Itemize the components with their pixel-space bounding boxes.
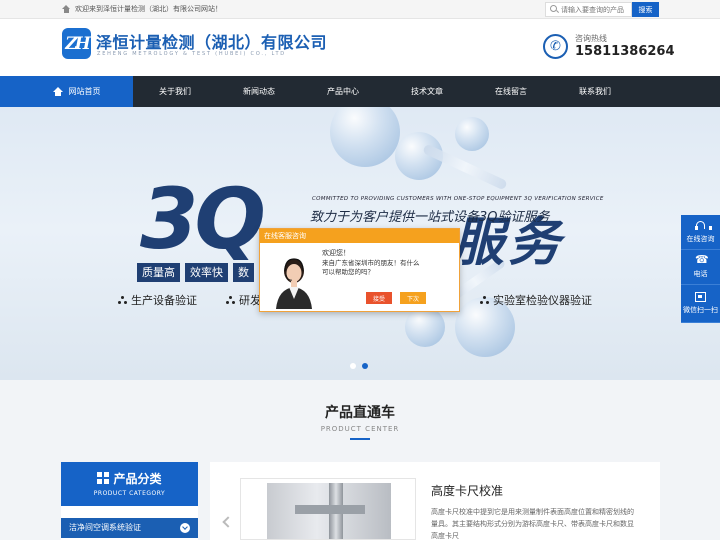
- search-box[interactable]: [545, 2, 632, 17]
- hotline-number: 15811386264: [575, 44, 675, 59]
- nav-item-articles[interactable]: 技术文章: [385, 76, 469, 107]
- nav-item-message[interactable]: 在线留言: [469, 76, 553, 107]
- grid-icon: [97, 472, 110, 484]
- banner-bullet-label: 研发: [239, 294, 261, 307]
- category-title-label: 产品分类: [113, 472, 162, 486]
- category-header: 产品分类 PRODUCT CATEGORY: [61, 462, 198, 506]
- decor-bubble: [455, 117, 489, 151]
- product-description: 高度卡尺校准中提到它是用来测量制件表面高度位置和精密划线的量具。其主要结构形式分…: [431, 508, 634, 540]
- phone-icon: ✆: [543, 34, 568, 59]
- banner-bullet-label: 实验室检验仪器验证: [493, 294, 592, 307]
- banner-tag: 数: [233, 263, 254, 282]
- nav-item-home[interactable]: 网站首页: [0, 76, 133, 107]
- banner-bullet: 实验室检验仪器验证: [480, 292, 592, 308]
- chat-later-button[interactable]: 下次: [400, 292, 426, 304]
- float-wechat[interactable]: 微信扫一扫: [681, 285, 720, 323]
- nav-item-label: 网站首页: [68, 87, 101, 96]
- agent-avatar: [270, 249, 318, 309]
- phone-icon: [695, 253, 709, 266]
- banner-bullet: 生产设备验证: [118, 292, 197, 308]
- side-float-toolbar: 在线咨询 电话 微信扫一扫: [681, 215, 720, 323]
- category-panel: 产品分类 PRODUCT CATEGORY 洁净间空调系统验证: [61, 462, 198, 540]
- search-icon: [550, 4, 557, 15]
- company-name[interactable]: 泽恒计量检测（湖北）有限公司: [96, 29, 327, 53]
- caliper-image: [267, 483, 391, 539]
- hotline-label: 咨询热线: [575, 34, 607, 43]
- banner-big-text: 3Q: [140, 170, 266, 268]
- banner-tag: 效率快: [185, 263, 228, 282]
- nav-item-contact[interactable]: 联系我们: [553, 76, 637, 107]
- nav-item-news[interactable]: 新闻动态: [217, 76, 301, 107]
- category-item-label: 洁净间空调系统验证: [69, 523, 141, 532]
- float-label: 电话: [693, 269, 708, 278]
- chat-title: 在线客服咨询: [260, 229, 459, 243]
- header: ZH 泽恒计量检测（湖北）有限公司 ZEHENG METROLOGY & TES…: [0, 19, 720, 76]
- dots-icon: [118, 296, 127, 304]
- product-card[interactable]: 高度卡尺校准 高度卡尺校准中提到它是用来测量制件表面高度位置和精密划线的量具。其…: [210, 462, 660, 540]
- chevron-down-icon[interactable]: [180, 523, 190, 533]
- top-bar: 欢迎来到泽恒计量检测（湖北）有限公司网站！ 搜索: [0, 0, 720, 19]
- company-en-name: ZEHENG METROLOGY & TEST (HUBEI) CO., LTD: [97, 51, 286, 57]
- search-input[interactable]: [561, 5, 631, 14]
- arrow-left-icon[interactable]: [222, 516, 234, 528]
- float-label: 微信扫一扫: [683, 306, 718, 314]
- logo-icon[interactable]: ZH: [62, 28, 91, 59]
- float-phone[interactable]: 电话: [681, 250, 720, 285]
- slide-dot-active[interactable]: [362, 363, 368, 369]
- nav-item-about[interactable]: 关于我们: [133, 76, 217, 107]
- dots-icon: [480, 296, 489, 304]
- banner-tag: 质量高: [137, 263, 180, 282]
- decor-bubble: [405, 307, 445, 347]
- section-subtitle: PRODUCT CENTER: [320, 425, 400, 433]
- banner-slogan-zh: 致力于为客户提供一站式设备3Q验证服务: [310, 210, 550, 225]
- welcome-text: 欢迎来到泽恒计量检测（湖北）有限公司网站！: [62, 4, 222, 14]
- banner-bullet: 研发: [226, 292, 261, 308]
- home-icon: [52, 87, 63, 96]
- category-subtitle: PRODUCT CATEGORY: [93, 490, 166, 497]
- slide-dot[interactable]: [350, 363, 356, 369]
- dots-icon: [226, 296, 235, 304]
- chat-accept-button[interactable]: 接受: [366, 292, 392, 304]
- search-button[interactable]: 搜索: [632, 2, 659, 17]
- product-name[interactable]: 高度卡尺校准: [431, 482, 503, 499]
- nav-item-products[interactable]: 产品中心: [301, 76, 385, 107]
- home-icon: [62, 5, 71, 13]
- chat-message-line-2: 可以帮助您的吗？: [322, 268, 374, 276]
- banner-bullet-label: 生产设备验证: [131, 294, 197, 307]
- welcome-label: 欢迎来到泽恒计量检测（湖北）有限公司网站！: [75, 5, 222, 13]
- banner-slogan-en: COMMITTED TO PROVIDING CUSTOMERS WITH ON…: [312, 196, 604, 202]
- slide-indicators: [350, 363, 368, 369]
- category-item[interactable]: 洁净间空调系统验证: [61, 518, 198, 538]
- qr-icon: [695, 292, 706, 302]
- float-label: 在线咨询: [686, 234, 715, 243]
- main-nav: 网站首页 关于我们 新闻动态 产品中心 技术文章 在线留言 联系我们: [0, 76, 720, 107]
- banner-tags: 质量高 效率快 数: [137, 263, 254, 282]
- decor-bubble: [330, 107, 400, 167]
- product-section: 产品直通车 PRODUCT CENTER 产品分类 PRODUCT CATEGO…: [0, 380, 720, 540]
- caliper-slider: [295, 505, 365, 514]
- product-image[interactable]: [240, 478, 416, 540]
- section-divider: [350, 438, 370, 440]
- float-online-chat[interactable]: 在线咨询: [681, 215, 720, 250]
- category-title: 产品分类: [61, 470, 198, 487]
- section-title: 产品直通车: [325, 405, 395, 421]
- headset-icon: [695, 220, 712, 231]
- chat-invite-popup: 在线客服咨询 欢迎您！ 来自广东省深圳市的朋友！有什么 可以帮助您的吗？: [259, 228, 460, 312]
